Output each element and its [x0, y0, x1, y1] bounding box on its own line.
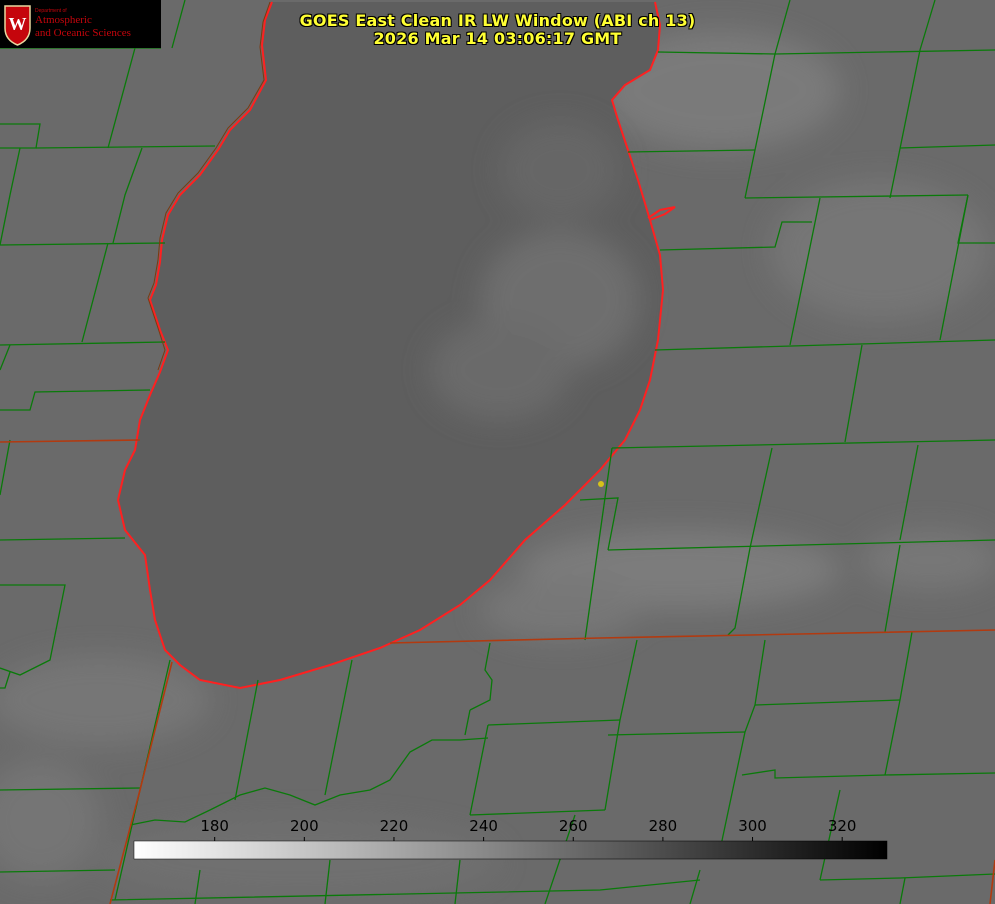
colorbar-tick-label: 280: [649, 817, 678, 835]
colorbar-tick-label: 240: [469, 817, 498, 835]
colorbar-tick-label: 320: [828, 817, 857, 835]
image-timestamp: 2026 Mar 14 03:06:17 GMT: [373, 29, 622, 48]
station-dot-icon: [598, 481, 604, 487]
colorbar-tick-label: 220: [380, 817, 409, 835]
colorbar-tick-label: 200: [290, 817, 319, 835]
image-title: GOES East Clean IR LW Window (ABI ch 13): [299, 11, 696, 30]
colorbar-gradient: [133, 840, 888, 860]
colorbar-tick-label: 260: [559, 817, 588, 835]
colorbar-tick-label: 180: [200, 817, 229, 835]
satellite-map: 180 200 220 240 260 280 300 320: [0, 0, 995, 904]
colorbar-tick-label: 300: [738, 817, 767, 835]
